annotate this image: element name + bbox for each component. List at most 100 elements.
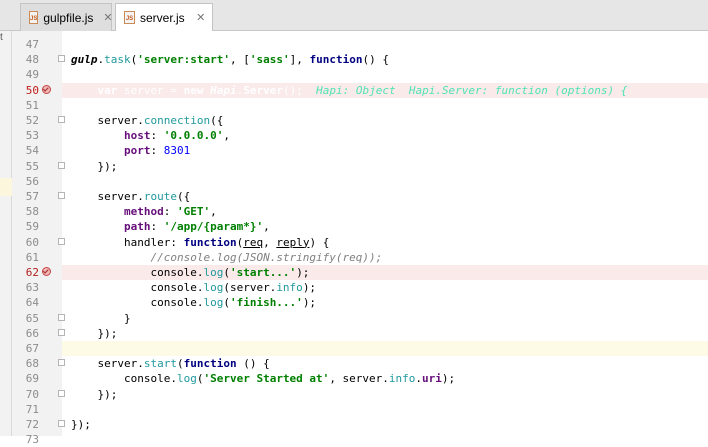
code-text: method: 'GET', xyxy=(71,204,217,219)
line-number[interactable]: 71 xyxy=(12,402,39,417)
code-text: }); xyxy=(71,326,117,341)
code-line[interactable]: 71 xyxy=(0,402,708,417)
tab-server-js[interactable]: JS server.js ✕ xyxy=(115,3,213,32)
code-token: req xyxy=(243,235,264,249)
line-highlight xyxy=(62,174,708,189)
code-line[interactable]: 57 server.route({ xyxy=(0,189,708,204)
line-number[interactable]: 50 xyxy=(12,83,39,98)
code-token: 'server:start' xyxy=(137,53,230,67)
line-number[interactable]: 73 xyxy=(12,432,39,447)
fold-marker-icon[interactable] xyxy=(58,359,65,367)
code-token: : xyxy=(150,220,164,234)
code-line[interactable]: 61 //console.log(JSON.stringify(req)); xyxy=(0,250,708,265)
code-token: 'GET' xyxy=(176,205,211,219)
code-token: gulp xyxy=(71,53,98,67)
tab-label: gulpfile.js xyxy=(43,10,94,25)
code-token: 'finish...' xyxy=(229,296,303,310)
code-text: handler: function(req, reply) { xyxy=(71,235,329,250)
line-number[interactable]: 56 xyxy=(12,174,39,189)
code-token: function xyxy=(183,357,237,371)
code-token: //console.log(JSON.stringify(req)); xyxy=(150,250,383,264)
line-number[interactable]: 68 xyxy=(12,356,39,371)
fold-marker-icon[interactable] xyxy=(58,420,65,427)
breakpoint-icon[interactable] xyxy=(42,267,51,276)
code-token: 'Server Started at' xyxy=(203,372,330,386)
code-line[interactable]: 51 xyxy=(0,98,708,113)
code-line[interactable]: 52 server.connection({ xyxy=(0,113,708,128)
code-line[interactable]: 55 }); xyxy=(0,159,708,174)
code-line[interactable]: 56 xyxy=(0,174,708,189)
code-text: host: '0.0.0.0', xyxy=(71,128,230,143)
line-number[interactable]: 67 xyxy=(12,341,39,356)
line-number[interactable]: 54 xyxy=(12,143,39,158)
code-line[interactable]: 64 console.log('finish...'); xyxy=(0,295,708,310)
line-number[interactable]: 61 xyxy=(12,250,39,265)
code-line[interactable]: 53 host: '0.0.0.0', xyxy=(0,128,708,143)
code-text: path: '/app/{param*}', xyxy=(71,219,270,234)
line-number[interactable]: 63 xyxy=(12,280,39,295)
code-line[interactable]: 63 console.log(server.info); xyxy=(0,280,708,295)
line-number[interactable]: 60 xyxy=(12,235,39,250)
code-text: console.log(server.info); xyxy=(71,280,316,295)
fold-marker-icon[interactable] xyxy=(58,389,65,397)
fold-marker-icon[interactable] xyxy=(58,116,65,123)
code-token: new xyxy=(183,83,204,97)
fold-marker-icon[interactable] xyxy=(58,328,65,336)
javascript-file-icon: JS xyxy=(124,11,135,24)
fold-marker-icon[interactable] xyxy=(58,161,65,169)
code-line[interactable]: 59 path: '/app/{param*}', xyxy=(0,219,708,234)
code-line[interactable]: 62 console.log('start...'); xyxy=(0,265,708,280)
line-number[interactable]: 59 xyxy=(12,219,39,234)
line-number[interactable]: 66 xyxy=(12,326,39,341)
code-token: '/app/{param*}' xyxy=(163,220,264,234)
code-line[interactable]: 70 }); xyxy=(0,387,708,402)
code-line[interactable]: 60 handler: function(req, reply) { xyxy=(0,235,708,250)
code-text: var server = new Hapi.Server(); Hapi: Ob… xyxy=(71,83,628,98)
fold-marker-icon[interactable] xyxy=(58,237,65,245)
code-token: console. xyxy=(71,296,204,310)
close-icon[interactable]: ✕ xyxy=(103,11,112,24)
fold-marker-icon[interactable] xyxy=(58,192,65,199)
code-line[interactable]: 54 port: 8301 xyxy=(0,143,708,158)
code-token: server. xyxy=(71,357,144,371)
code-line[interactable]: 49 xyxy=(0,67,708,82)
line-number[interactable]: 51 xyxy=(12,98,39,113)
line-number[interactable]: 57 xyxy=(12,189,39,204)
line-highlight xyxy=(62,37,708,52)
breakpoint-icon[interactable] xyxy=(42,84,51,94)
line-number[interactable]: 55 xyxy=(12,159,39,174)
tab-gulpfile-js[interactable]: JS gulpfile.js ✕ xyxy=(20,3,113,31)
code-token: 'sass' xyxy=(249,53,290,67)
code-line[interactable]: 66 }); xyxy=(0,326,708,341)
line-number[interactable]: 49 xyxy=(12,67,39,82)
code-line[interactable]: 47 xyxy=(0,37,708,52)
code-line[interactable]: 69 console.log('Server Started at', serv… xyxy=(0,371,708,386)
line-number[interactable]: 64 xyxy=(12,295,39,310)
code-line[interactable]: 58 method: 'GET', xyxy=(0,204,708,219)
line-number[interactable]: 70 xyxy=(12,387,39,402)
code-line[interactable]: 50 var server = new Hapi.Server(); Hapi:… xyxy=(0,82,708,98)
line-number[interactable]: 69 xyxy=(12,371,39,386)
code-text: port: 8301 xyxy=(71,143,190,158)
code-line[interactable]: 67 xyxy=(0,341,708,356)
line-number[interactable]: 62 xyxy=(12,265,39,280)
line-highlight xyxy=(62,98,708,113)
line-number[interactable]: 53 xyxy=(12,128,39,143)
line-number[interactable]: 52 xyxy=(12,113,39,128)
code-token: ); xyxy=(302,296,317,310)
line-number[interactable]: 47 xyxy=(12,37,39,52)
fold-marker-icon[interactable] xyxy=(58,55,65,63)
code-token: : xyxy=(150,129,164,143)
line-number[interactable]: 72 xyxy=(12,417,39,432)
code-line[interactable]: 72}); xyxy=(0,417,708,432)
line-number[interactable]: 65 xyxy=(12,311,39,326)
code-line[interactable]: 73 xyxy=(0,432,708,447)
code-line[interactable]: 48 gulp.task('server:start', ['sass'], fu… xyxy=(0,52,708,67)
code-line[interactable]: 68 server.start(function () { xyxy=(0,356,708,371)
close-icon[interactable]: ✕ xyxy=(195,11,207,24)
line-number[interactable]: 58 xyxy=(12,204,39,219)
fold-marker-icon[interactable] xyxy=(58,313,65,321)
code-line[interactable]: 65 } xyxy=(0,311,708,326)
line-number[interactable]: 48 xyxy=(12,52,39,67)
